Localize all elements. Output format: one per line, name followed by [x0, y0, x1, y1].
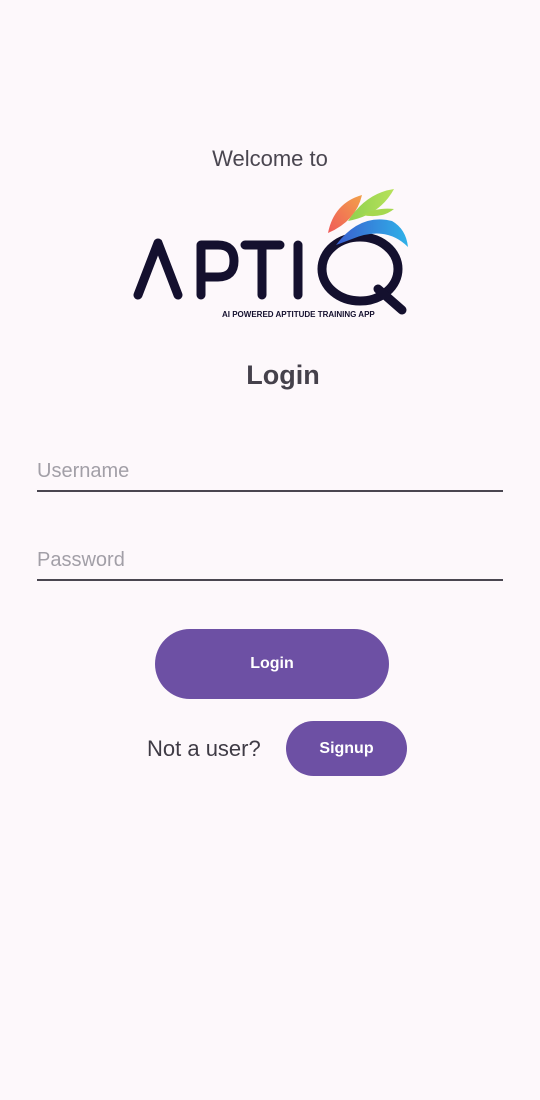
login-title: Login: [246, 360, 320, 390]
aptiq-logo: AI POWERED APTITUDE TRAINING APP: [130, 185, 415, 325]
signup-button[interactable]: Signup: [286, 721, 407, 776]
welcome-text: Welcome to: [212, 146, 328, 171]
username-input[interactable]: [37, 452, 503, 492]
login-button[interactable]: Login: [155, 629, 389, 699]
logo-tagline: AI POWERED APTITUDE TRAINING APP: [222, 310, 375, 319]
password-input[interactable]: [37, 541, 503, 581]
not-a-user-text: Not a user?: [147, 736, 261, 761]
